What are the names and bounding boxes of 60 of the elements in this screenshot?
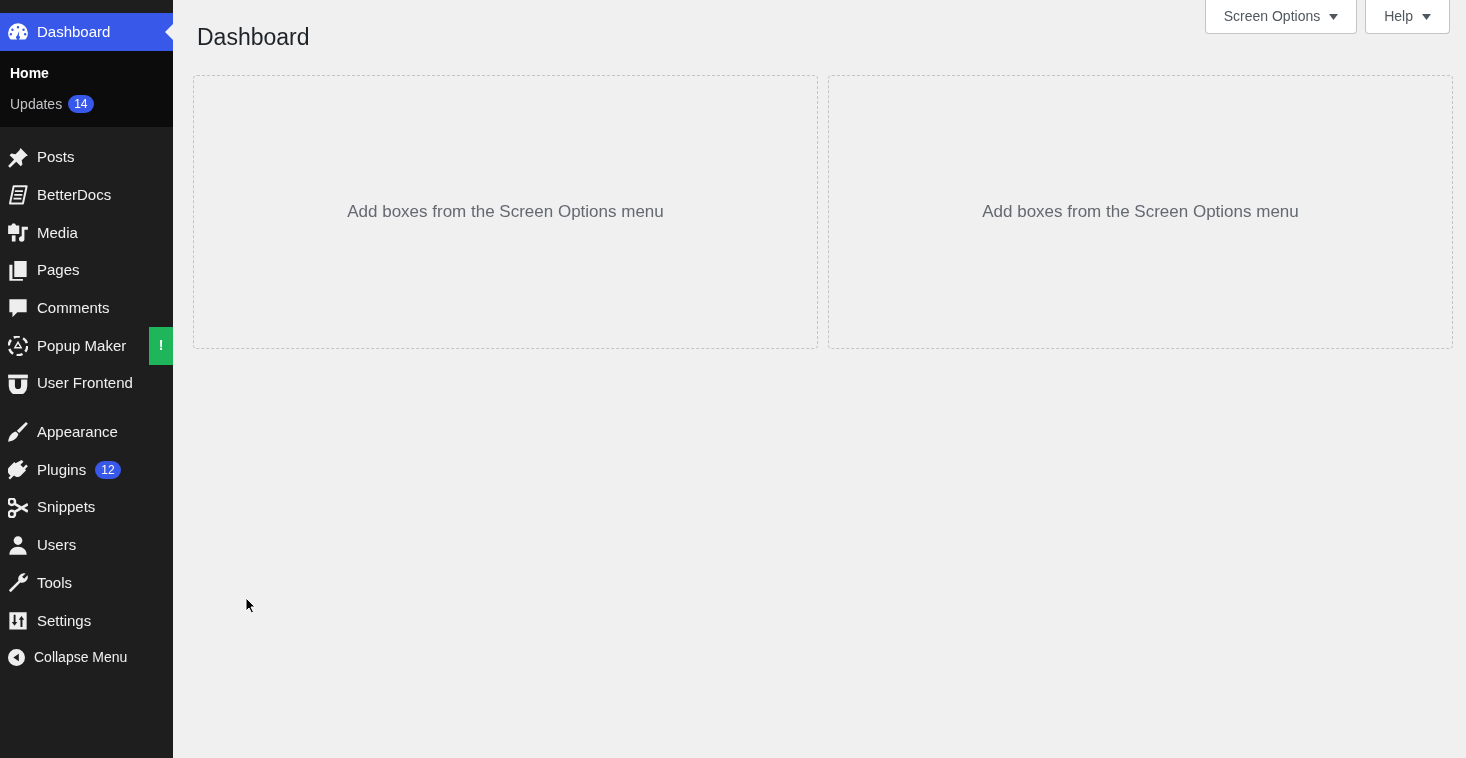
menu-label: Settings xyxy=(37,610,92,631)
count-badge: 12 xyxy=(95,461,121,480)
menu-item[interactable]: Plugins 12 xyxy=(0,451,173,489)
menu-item[interactable]: User Frontend xyxy=(0,364,173,403)
menu-label: Appearance xyxy=(37,422,118,443)
menu-label: Pages xyxy=(37,260,80,281)
gauge-icon xyxy=(8,21,28,42)
menu-label: Comments xyxy=(37,298,110,319)
count-badge: 14 xyxy=(68,95,94,114)
plug-icon xyxy=(8,460,28,481)
alert-badge: ! xyxy=(149,327,173,365)
empty-area-hint: Add boxes from the Screen Options menu xyxy=(982,201,1299,224)
submenu-label: Home xyxy=(10,63,49,83)
menu-item[interactable]: Popup Maker ! xyxy=(0,327,173,365)
scissors-icon xyxy=(8,497,28,518)
menu-label: Users xyxy=(37,535,77,556)
wrench-icon xyxy=(8,573,28,594)
mouse-pointer-icon xyxy=(245,597,256,614)
page-title: Dashboard xyxy=(196,23,310,52)
collapse-menu-button[interactable]: Collapse Menu xyxy=(0,639,173,676)
sliders-icon xyxy=(8,610,28,631)
paintbrush-icon xyxy=(8,422,28,443)
menu-label: Posts xyxy=(37,147,75,168)
active-pointer-icon xyxy=(165,24,173,40)
submenu-item[interactable]: Home xyxy=(0,57,173,89)
menu-item[interactable]: Dashboard xyxy=(0,13,173,51)
menu-label: BetterDocs xyxy=(37,184,112,205)
submenu-item[interactable]: Updates 14 xyxy=(0,88,173,120)
header-toggle-button[interactable]: Screen Options xyxy=(1204,0,1358,34)
shield-u-icon xyxy=(8,373,28,394)
stacked-pages-icon xyxy=(8,260,28,281)
menu-item[interactable]: Tools xyxy=(0,564,173,602)
caret-icon xyxy=(1329,13,1339,20)
slanted-document-icon xyxy=(8,185,28,206)
menu-label: User Frontend xyxy=(37,373,133,394)
person-icon xyxy=(8,535,28,556)
menu-label: Plugins xyxy=(37,459,87,480)
menu-item[interactable]: Settings xyxy=(0,601,173,640)
menu-item[interactable]: Posts xyxy=(0,138,173,177)
menu-item[interactable]: BetterDocs xyxy=(0,176,173,215)
submenu-label: Updates xyxy=(10,94,63,114)
header-toggle-button[interactable]: Help xyxy=(1365,0,1450,34)
menu-item[interactable]: Pages xyxy=(0,251,173,290)
menu-label: Popup Maker xyxy=(37,335,127,356)
menu-item[interactable]: Comments xyxy=(0,289,173,328)
menu-item[interactable]: Media xyxy=(0,214,173,252)
menu-item[interactable]: Snippets xyxy=(0,488,173,527)
menu-label: Media xyxy=(37,222,78,243)
menu-label: Dashboard xyxy=(37,21,111,42)
empty-area-hint: Add boxes from the Screen Options menu xyxy=(347,201,664,224)
menu-label: Snippets xyxy=(37,497,96,518)
menu-label: Tools xyxy=(37,572,73,593)
caret-icon xyxy=(1422,13,1431,20)
pin-icon xyxy=(8,147,28,168)
menu-item[interactable]: Users xyxy=(0,526,173,565)
photo-music-icon xyxy=(8,222,28,243)
circle-arrow-icon xyxy=(8,649,25,667)
speech-bubble-icon xyxy=(8,298,28,319)
menu-item[interactable]: Appearance xyxy=(0,413,173,452)
collapse-label: Collapse Menu xyxy=(34,648,128,668)
